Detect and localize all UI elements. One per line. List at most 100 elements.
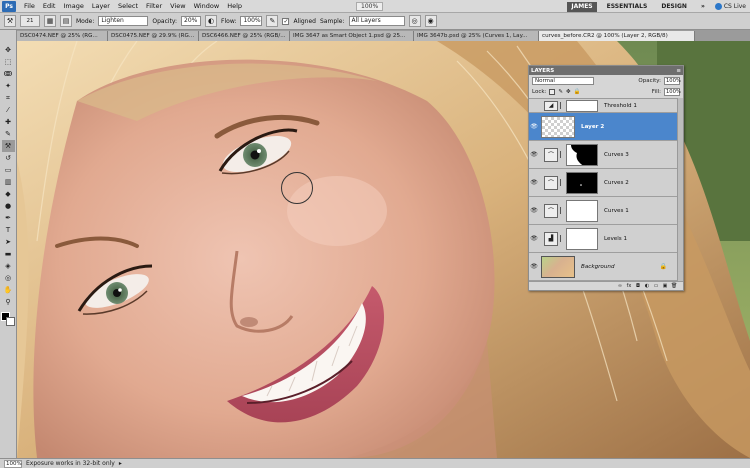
mode-select[interactable]: Lighten bbox=[98, 16, 149, 26]
mask-link-icon[interactable] bbox=[560, 235, 564, 242]
clone-stamp-tool-preset-icon[interactable]: ⚒ bbox=[4, 15, 16, 27]
menu-filter[interactable]: Filter bbox=[142, 2, 166, 10]
visibility-eye-icon[interactable]: 👁 bbox=[529, 235, 539, 242]
lock-all-icon[interactable]: 🔒 bbox=[574, 89, 581, 95]
layer-row-curves-3[interactable]: 👁 ⌒ Curves 3 bbox=[529, 141, 677, 169]
gradient-tool-icon[interactable]: ▥ bbox=[2, 176, 15, 188]
workspace-james[interactable]: JAMES bbox=[567, 1, 597, 12]
layers-scrollbar[interactable] bbox=[677, 98, 683, 282]
ignore-adjustment-layers-icon[interactable]: ◎ bbox=[408, 15, 421, 27]
visibility-eye-icon[interactable]: 👁 bbox=[529, 123, 539, 130]
type-tool-icon[interactable]: T bbox=[2, 224, 15, 236]
layer-opacity-input[interactable]: 100% bbox=[664, 76, 681, 85]
menu-select[interactable]: Select bbox=[114, 2, 142, 10]
layer-fill-input[interactable]: 100% bbox=[664, 87, 681, 96]
menu-layer[interactable]: Layer bbox=[88, 2, 114, 10]
menu-window[interactable]: Window bbox=[190, 2, 224, 10]
lock-position-icon[interactable]: ✥ bbox=[566, 89, 571, 95]
eyedropper-tool-icon[interactable]: ⁄ bbox=[2, 104, 15, 116]
zoom-level-dropdown[interactable]: 100% bbox=[356, 1, 384, 11]
zoom-tool-icon[interactable]: ⚲ bbox=[2, 296, 15, 308]
move-tool-icon[interactable]: ✥ bbox=[2, 44, 15, 56]
document-tab-active[interactable]: curves_before.CR2 @ 100% (Layer 2, RGB/8… bbox=[539, 31, 695, 41]
visibility-eye-icon[interactable]: 👁 bbox=[529, 207, 539, 214]
visibility-eye-icon[interactable]: 👁 bbox=[529, 179, 539, 186]
layer-row-curves-1[interactable]: 👁 ⌒ Curves 1 bbox=[529, 197, 677, 225]
mask-link-icon[interactable] bbox=[560, 151, 564, 158]
layer-mask-thumbnail[interactable] bbox=[566, 143, 598, 166]
panel-menu-icon[interactable]: ≡ bbox=[676, 68, 681, 74]
layer-mask-thumbnail[interactable] bbox=[566, 171, 598, 194]
aligned-checkbox[interactable]: ✓ bbox=[282, 17, 290, 25]
menu-image[interactable]: Image bbox=[59, 2, 87, 10]
flow-input[interactable]: 100% bbox=[240, 16, 263, 26]
layers-panel-header[interactable]: LAYERS ≡ bbox=[529, 66, 683, 75]
marquee-tool-icon[interactable]: ⬚ bbox=[2, 56, 15, 68]
menu-edit[interactable]: Edit bbox=[39, 2, 60, 10]
brush-tool-icon[interactable]: ✎ bbox=[2, 128, 15, 140]
shape-tool-icon[interactable]: ▬ bbox=[2, 248, 15, 260]
layer-row-background[interactable]: 👁 Background 🔒 bbox=[529, 253, 677, 281]
workspace-design[interactable]: DESIGN bbox=[657, 2, 691, 12]
crop-tool-icon[interactable]: ⌗ bbox=[2, 92, 15, 104]
layer-row-curves-2[interactable]: 👁 ⌒ Curves 2 bbox=[529, 169, 677, 197]
mask-link-icon[interactable] bbox=[560, 179, 564, 186]
document-tab[interactable]: DSC0474.NEF @ 25% (RG... bbox=[17, 31, 108, 41]
status-zoom-field[interactable]: 100% bbox=[4, 459, 22, 468]
history-brush-tool-icon[interactable]: ↺ bbox=[2, 152, 15, 164]
sample-select[interactable]: All Layers bbox=[348, 16, 405, 26]
3d-orbit-tool-icon[interactable]: ◎ bbox=[2, 272, 15, 284]
document-tab[interactable]: DSC0475.NEF @ 29.9% (RG... bbox=[108, 31, 199, 41]
status-menu-arrow-icon[interactable]: ▸ bbox=[119, 460, 122, 467]
opacity-input[interactable]: 20% bbox=[181, 16, 202, 26]
pressure-size-icon[interactable]: ◉ bbox=[424, 15, 437, 27]
layer-mask-thumbnail[interactable] bbox=[566, 227, 598, 250]
delete-layer-icon[interactable]: 🗑 bbox=[671, 283, 677, 289]
quick-selection-tool-icon[interactable]: ✦ bbox=[2, 80, 15, 92]
visibility-eye-icon[interactable]: 👁 bbox=[529, 263, 539, 270]
healing-brush-tool-icon[interactable]: ✚ bbox=[2, 116, 15, 128]
airbrush-icon[interactable]: ✎ bbox=[266, 15, 279, 27]
path-selection-tool-icon[interactable]: ➤ bbox=[2, 236, 15, 248]
color-swatches[interactable] bbox=[1, 312, 15, 326]
workspace-more-button[interactable]: » bbox=[697, 2, 709, 12]
layer-row-layer-2[interactable]: 👁 Layer 2 bbox=[529, 113, 677, 141]
lock-transparency-icon[interactable] bbox=[549, 88, 556, 95]
workspace-essentials[interactable]: ESSENTIALS bbox=[603, 2, 652, 12]
eraser-tool-icon[interactable]: ▭ bbox=[2, 164, 15, 176]
3d-rotate-tool-icon[interactable]: ◈ bbox=[2, 260, 15, 272]
hand-tool-icon[interactable]: ✋ bbox=[2, 284, 15, 296]
layer-style-icon[interactable]: fx bbox=[626, 283, 632, 289]
lock-pixels-icon[interactable]: ✎ bbox=[558, 89, 563, 95]
dodge-tool-icon[interactable]: ● bbox=[2, 200, 15, 212]
mask-link-icon[interactable] bbox=[560, 102, 564, 109]
pen-tool-icon[interactable]: ✒ bbox=[2, 212, 15, 224]
document-tab[interactable]: IMG 3647b.psd @ 25% (Curves 1, Lay... bbox=[414, 31, 539, 41]
mask-link-icon[interactable] bbox=[560, 207, 564, 214]
document-tab[interactable]: IMG 3647 as Smart Object 1.psd @ 25... bbox=[290, 31, 414, 41]
add-mask-icon[interactable]: ◘ bbox=[635, 283, 641, 289]
background-color-swatch[interactable] bbox=[6, 317, 15, 326]
visibility-eye-icon[interactable]: 👁 bbox=[529, 151, 539, 158]
layer-mask-thumbnail[interactable] bbox=[566, 199, 598, 222]
blur-tool-icon[interactable]: ◆ bbox=[2, 188, 15, 200]
clone-source-panel-icon[interactable]: ▤ bbox=[60, 15, 72, 27]
link-layers-icon[interactable]: ∞ bbox=[617, 283, 623, 289]
brush-preset-picker[interactable]: 21 bbox=[20, 15, 40, 27]
document-tab[interactable]: DSC6466.NEF @ 25% (RGB/... bbox=[199, 31, 290, 41]
menu-view[interactable]: View bbox=[166, 2, 189, 10]
blend-mode-select[interactable]: Normal bbox=[532, 76, 594, 85]
new-adjustment-layer-icon[interactable]: ◐ bbox=[644, 283, 650, 289]
menu-file[interactable]: File bbox=[20, 2, 39, 10]
clone-stamp-tool-icon[interactable]: ⚒ bbox=[1, 140, 15, 152]
menu-help[interactable]: Help bbox=[223, 2, 246, 10]
brush-panel-toggle-icon[interactable]: ▦ bbox=[44, 15, 56, 27]
cs-live-button[interactable]: CS Live bbox=[714, 3, 746, 10]
layer-row-levels-1[interactable]: 👁 ▟ Levels 1 bbox=[529, 225, 677, 253]
layer-mask-thumbnail[interactable] bbox=[566, 99, 598, 112]
new-group-icon[interactable]: ▭ bbox=[653, 283, 659, 289]
pressure-opacity-icon[interactable]: ◐ bbox=[205, 15, 218, 27]
lasso-tool-icon[interactable]: ↂ bbox=[2, 68, 15, 80]
layer-row-threshold-1[interactable]: ◢ Threshold 1 bbox=[529, 99, 677, 113]
new-layer-icon[interactable]: ▣ bbox=[662, 283, 668, 289]
